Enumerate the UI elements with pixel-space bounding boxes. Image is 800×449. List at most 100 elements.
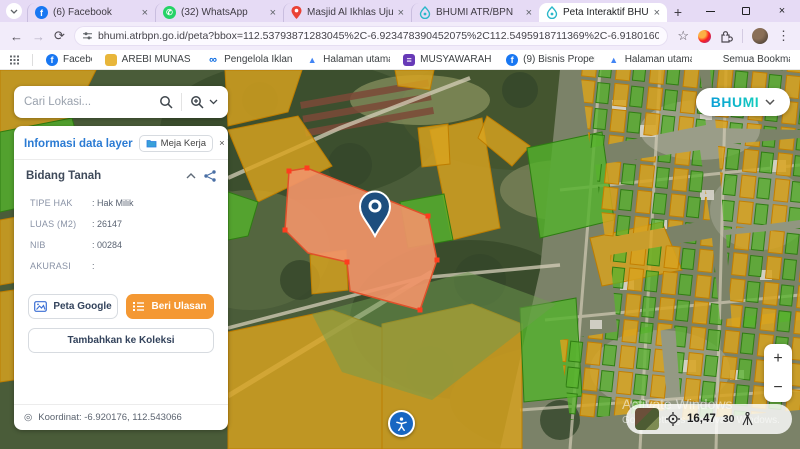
bookmark-label: AREBI MUNAS MUS... <box>122 54 194 65</box>
section-title: Bidang Tanah <box>26 170 178 182</box>
field-label: LUAS (M2) <box>30 219 92 229</box>
zoom-area-icon[interactable] <box>190 95 205 109</box>
field-label: AKURASI <box>30 261 92 271</box>
bookmark-bisnis-properti[interactable]: f (9) Bisnis Properti Ja... <box>506 54 595 66</box>
bookmark-halaman-utama-2[interactable]: ▲ Halaman utama - R... <box>608 54 692 66</box>
google-maps-pin-icon <box>291 6 302 19</box>
whatsapp-icon: ✆ <box>163 6 176 19</box>
panel-title: Informasi data layer <box>24 138 133 150</box>
accessibility-button[interactable] <box>388 410 415 437</box>
koleksi-label: Tambahkan ke Koleksi <box>67 335 174 346</box>
bookmarks-divider <box>32 54 33 66</box>
bookmark-halaman-utama-1[interactable]: ▲ Halaman utama - R... <box>306 54 390 66</box>
bookmark-musyawarah[interactable]: ≡ MUSYAWARAH DAE... <box>403 54 493 66</box>
bookmarks-bar: f Facebook AREBI MUNAS MUS... ∞ Pengelol… <box>0 50 800 70</box>
bhumi-drop-icon <box>546 6 558 19</box>
bookmark-facebook[interactable]: f Facebook <box>46 54 92 66</box>
measure-value-2: 30 <box>723 413 735 425</box>
field-label: NIB <box>30 240 92 250</box>
back-button[interactable]: ← <box>10 29 23 44</box>
close-icon[interactable]: × <box>654 7 660 19</box>
workspace-folder-icon <box>146 139 157 148</box>
map-area: Informasi data layer Meja Kerja × Tutup … <box>0 70 800 449</box>
bhumi-menu-button[interactable]: BHUMI <box>696 88 790 116</box>
coordinate-text: Koordinat: -6.920176, 112.543066 <box>38 412 182 423</box>
browser-toolbar: ← → ⟳ bhumi.atrbpn.go.id/peta?bbox=112.5… <box>0 22 800 50</box>
close-icon[interactable]: × <box>398 7 404 19</box>
tab-whatsapp[interactable]: ✆ (32) WhatsApp × <box>155 3 283 22</box>
parcel-fields: TIPE HAK : Hak Milik LUAS (M2) : 26147 N… <box>14 190 228 286</box>
chevron-down-icon[interactable] <box>209 99 218 105</box>
bidang-tanah-section[interactable]: Bidang Tanah <box>14 160 228 190</box>
search-input[interactable] <box>24 96 159 108</box>
accessibility-person-icon <box>394 416 409 432</box>
forward-button[interactable]: → <box>32 29 45 44</box>
field-value: : 00284 <box>92 240 122 250</box>
tab-masjid-maps[interactable]: Masjid Al Ikhlas Ujung Pangi × <box>283 3 411 22</box>
profile-avatar[interactable] <box>752 28 768 44</box>
crosshair-icon <box>666 412 680 426</box>
beri-ulasan-button[interactable]: Beri Ulasan <box>126 294 214 319</box>
apps-grid-icon[interactable] <box>10 54 19 66</box>
close-icon[interactable]: × <box>526 7 532 19</box>
extensions-puzzle-icon[interactable] <box>720 30 733 43</box>
target-icon: ◎ <box>24 412 32 423</box>
google-ads-icon: ▲ <box>306 54 318 66</box>
close-icon[interactable]: × <box>142 7 148 19</box>
panel-spacer <box>14 353 228 404</box>
preview-thumbnail[interactable] <box>635 408 659 430</box>
browser-window: f (6) Facebook × ✆ (32) WhatsApp × Masji… <box>0 0 800 449</box>
tune-icon <box>83 31 92 41</box>
maximize-icon <box>742 7 750 15</box>
maximize-button[interactable] <box>728 0 764 22</box>
tab-title: Peta Interaktif BHUMI ATR/B <box>563 7 649 18</box>
coordinate-footer: ◎ Koordinat: -6.920176, 112.543066 <box>14 404 228 430</box>
field-value: : <box>92 261 95 271</box>
search-divider <box>181 93 182 111</box>
bookmark-star-button[interactable]: ☆ <box>677 28 689 44</box>
extension-gradient-icon[interactable] <box>698 30 711 43</box>
tab-peta-interaktif-active[interactable]: Peta Interaktif BHUMI ATR/B × <box>539 3 667 22</box>
menu-kebab-button[interactable]: ⋮ <box>777 28 790 44</box>
tab-search-button[interactable] <box>6 3 22 19</box>
close-icon[interactable]: × <box>270 7 276 19</box>
minimize-button[interactable] <box>692 0 728 22</box>
measurement-pill: 16,47 30 <box>626 404 792 434</box>
tab-facebook[interactable]: f (6) Facebook × <box>27 3 155 22</box>
peta-google-button[interactable]: Peta Google <box>28 294 118 319</box>
tab-title: Masjid Al Ikhlas Ujung Pangi <box>307 7 393 18</box>
bookmark-arebi[interactable]: AREBI MUNAS MUS... <box>105 54 194 66</box>
reload-button[interactable]: ⟳ <box>54 28 65 44</box>
zoom-in-button[interactable]: + <box>764 344 792 373</box>
close-window-button[interactable]: × <box>764 0 800 22</box>
close-panel-button[interactable]: × Tutup <box>219 138 228 149</box>
map-zoom-control: + − <box>764 344 792 402</box>
meja-kerja-button[interactable]: Meja Kerja <box>139 135 213 152</box>
facebook-icon: f <box>35 6 48 19</box>
facebook-icon: f <box>46 54 58 66</box>
share-icon[interactable] <box>204 170 216 182</box>
field-row: AKURASI : <box>30 261 224 271</box>
chevron-up-icon[interactable] <box>186 173 196 179</box>
tambahkan-koleksi-button[interactable]: Tambahkan ke Koleksi <box>28 328 214 353</box>
bookmark-label: MUSYAWARAH DAE... <box>420 54 493 65</box>
all-bookmarks-button[interactable]: Semua Bookmark <box>718 54 790 65</box>
bookmark-label: Facebook <box>63 54 92 65</box>
bookmark-label: Halaman utama - R... <box>323 54 390 65</box>
bookmark-label: Semua Bookmark <box>723 54 790 65</box>
address-bar[interactable]: bhumi.atrbpn.go.id/peta?bbox=112.5379387… <box>74 26 668 46</box>
field-row: NIB : 00284 <box>30 240 224 250</box>
new-tab-button[interactable]: + <box>667 4 689 20</box>
tab-title: (6) Facebook <box>53 7 137 18</box>
field-label: TIPE HAK <box>30 198 92 208</box>
search-icon[interactable] <box>159 95 173 109</box>
panel-header: Informasi data layer Meja Kerja × Tutup <box>14 126 228 159</box>
toolbar-divider <box>742 29 743 43</box>
zoom-out-button[interactable]: − <box>764 373 792 402</box>
bookmark-pengelola-iklan[interactable]: ∞ Pengelola Iklan - Ke... <box>207 54 293 66</box>
facebook-icon: f <box>506 54 518 66</box>
map-image-icon <box>34 301 47 312</box>
tab-bhumi[interactable]: BHUMI ATR/BPN × <box>411 3 539 22</box>
field-value: : Hak Milik <box>92 198 134 208</box>
window-controls: × <box>692 0 800 22</box>
